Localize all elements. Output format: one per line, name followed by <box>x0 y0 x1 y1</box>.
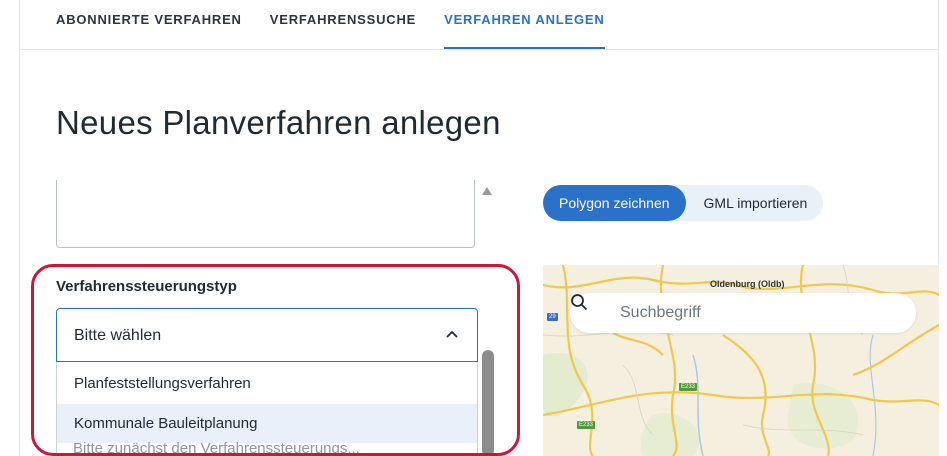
search-icon <box>571 294 588 311</box>
option-kommunale-bauleitplanung[interactable]: Kommunale Bauleitplanung <box>57 404 477 443</box>
verfahrenssteuerungstyp-label: Verfahrenssteuerungstyp <box>56 278 237 295</box>
page-title: Neues Planverfahren anlegen <box>56 104 501 141</box>
verfahrenssteuerungstyp-select[interactable]: Bitte wählen <box>56 308 478 362</box>
road-label-badge: 29 <box>547 313 558 321</box>
tab-bar: ABONNIERTE VERFAHREN VERFAHRENSSUCHE VER… <box>56 0 606 50</box>
frame-left-border <box>19 0 20 456</box>
map-search-input[interactable]: Suchbegriff <box>570 293 916 333</box>
map-search-placeholder: Suchbegriff <box>620 304 701 321</box>
scrollbar-thumb[interactable] <box>482 350 494 456</box>
tab-abonnierte-verfahren[interactable]: ABONNIERTE VERFAHREN <box>56 0 242 50</box>
road-label-badge: E233 <box>679 383 698 391</box>
map-city-label: Oldenburg (Oldb) <box>710 279 785 289</box>
import-gml-button[interactable]: GML importieren <box>667 185 824 221</box>
option-planfeststellungsverfahren[interactable]: Planfeststellungsverfahren <box>57 364 477 403</box>
select-hint-text: Bitte zunächst den Verfahrenssteuerungs.… <box>73 440 360 456</box>
scroll-up-arrow-icon[interactable] <box>481 186 493 196</box>
select-value: Bitte wählen <box>74 327 162 344</box>
road-label-badge: E233 <box>577 421 596 429</box>
map-view[interactable]: Oldenburg (Oldb) 29 E233 E233 Suchbegrif… <box>543 265 939 456</box>
tab-verfahrenssuche[interactable]: VERFAHRENSSUCHE <box>270 0 416 50</box>
tab-divider <box>20 49 938 50</box>
tab-verfahren-anlegen[interactable]: VERFAHREN ANLEGEN <box>444 0 606 50</box>
description-textarea[interactable] <box>56 180 475 248</box>
chevron-up-icon <box>446 330 458 338</box>
draw-polygon-button[interactable]: Polygon zeichnen <box>543 185 686 221</box>
map-tool-toggle: Polygon zeichnen GML importieren <box>543 185 824 221</box>
